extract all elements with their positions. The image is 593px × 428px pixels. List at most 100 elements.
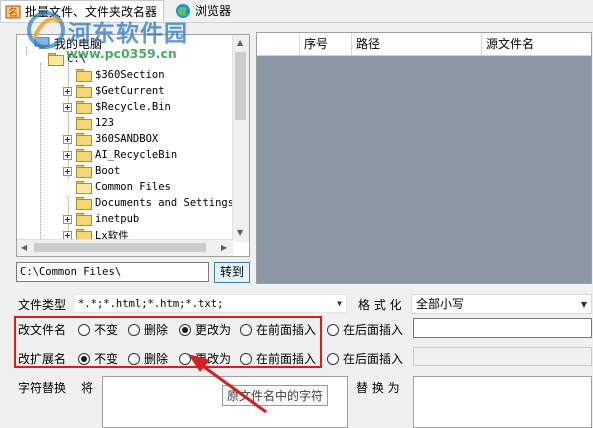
tree-node[interactable]: $GetCurrent <box>63 83 165 99</box>
tree-label: C:\ <box>67 53 86 65</box>
scroll-down-icon[interactable]: ▼ <box>237 228 243 237</box>
tree-node[interactable]: Documents and Settings <box>63 195 234 211</box>
goto-button[interactable]: 转到 <box>214 262 250 283</box>
ext-label: 改扩展名 <box>18 352 67 366</box>
radio-icon <box>128 352 140 365</box>
grid-header: 序号 路径 源文件名 <box>257 33 591 56</box>
scroll-up-icon[interactable]: ▲ <box>237 38 243 47</box>
folder-icon <box>76 149 92 162</box>
folder-tree[interactable]: 我的电脑 C:\ $360Section $GetCurrent $Recycle.… <box>16 34 250 257</box>
tree-label: Common Files <box>95 181 171 193</box>
rename-option-append[interactable]: 在后面插入 <box>327 321 403 338</box>
filetype-label: 文件类型 <box>18 298 67 312</box>
expand-icon[interactable] <box>63 86 72 96</box>
tab-bar: 名 批量文件、文件夹改名器 浏览器 <box>0 0 593 23</box>
format-label: 格 式 化 <box>358 298 402 312</box>
tree-node[interactable]: 360SANDBOX <box>63 131 158 147</box>
tree-label: AI_RecycleBin <box>95 149 178 161</box>
expand-icon[interactable] <box>63 214 72 224</box>
radio-label: 不变 <box>94 323 119 337</box>
rename-option-2[interactable]: 更改为 <box>179 321 231 338</box>
tree-label: Documents and Settings <box>95 197 235 209</box>
radio-icon <box>327 323 339 336</box>
tree-node[interactable]: 123 <box>63 115 114 131</box>
tab-batch-rename[interactable]: 名 批量文件、文件夹改名器 <box>0 0 165 22</box>
tree-node-my-computer[interactable]: 我的电脑 <box>21 35 102 51</box>
tree-node[interactable]: $360Section <box>63 67 165 83</box>
ext-option-0[interactable]: 不变 <box>78 350 118 367</box>
expand-icon[interactable] <box>63 102 72 112</box>
expand-icon[interactable] <box>63 150 72 160</box>
tab-label: 浏览器 <box>195 4 232 18</box>
radio-label: 删除 <box>144 323 169 337</box>
ext-option-1[interactable]: 删除 <box>128 350 168 367</box>
radio-icon <box>78 323 90 336</box>
tab-browser[interactable]: 浏览器 <box>171 0 237 21</box>
folder-icon <box>76 181 92 194</box>
radio-label: 删除 <box>144 352 169 366</box>
tree-label: 123 <box>95 117 114 129</box>
tree-node-drive-c[interactable]: C:\ <box>35 51 86 67</box>
browser-icon <box>175 3 191 19</box>
rename-app-icon: 名 <box>5 4 21 20</box>
rename-label: 改文件名 <box>18 323 67 337</box>
grid-col-index[interactable]: 序号 <box>299 33 351 55</box>
scroll-thumb[interactable] <box>235 52 246 120</box>
folder-icon <box>76 117 92 130</box>
tree-node[interactable]: inetpub <box>63 211 139 227</box>
folder-icon <box>76 101 92 114</box>
radio-icon <box>128 323 140 336</box>
replace-to-input[interactable] <box>413 376 592 428</box>
tree-node[interactable]: Common Files <box>63 179 171 195</box>
rename-option-0[interactable]: 不变 <box>78 321 118 338</box>
radio-label: 更改为 <box>195 323 232 337</box>
expand-icon[interactable] <box>63 166 72 176</box>
tree-label: 360SANDBOX <box>95 133 159 145</box>
expand-icon[interactable] <box>63 134 72 144</box>
filetype-value: *.*;*.html;*.htm;*.txt; <box>78 298 224 310</box>
grid-col-blank[interactable] <box>257 33 299 55</box>
ext-input[interactable] <box>413 347 592 366</box>
filetype-combo[interactable]: *.*;*.html;*.htm;*.txt; ▼ <box>73 294 347 313</box>
scroll-thumb[interactable] <box>34 243 206 252</box>
folder-icon <box>76 197 92 210</box>
folder-icon <box>76 133 92 146</box>
radio-label: 在前面插入 <box>256 323 317 337</box>
chevron-down-icon[interactable]: ▼ <box>581 295 587 314</box>
path-input[interactable]: C:\Common Files\ <box>16 262 209 282</box>
radio-label: 不变 <box>94 352 119 366</box>
replace-to-label: 替 换 为 <box>356 381 400 395</box>
tab-label: 批量文件、文件夹改名器 <box>25 5 158 19</box>
grid-col-source-name[interactable]: 源文件名 <box>481 33 591 55</box>
tree-label: $360Section <box>95 69 165 81</box>
radio-label: 在后面插入 <box>343 323 404 337</box>
tree-node[interactable]: Boot <box>63 163 120 179</box>
rename-input[interactable] <box>413 318 592 338</box>
svg-text:名: 名 <box>8 6 18 19</box>
radio-icon <box>240 323 252 336</box>
rename-option-3[interactable]: 在前面插入 <box>240 321 316 338</box>
chevron-down-icon[interactable]: ▼ <box>337 295 342 313</box>
scroll-right-icon[interactable]: ▶ <box>221 243 227 252</box>
format-combo[interactable]: 全部小写 ▼ <box>411 294 592 314</box>
radio-label: 在后面插入 <box>343 352 404 366</box>
rename-option-1[interactable]: 删除 <box>128 321 168 338</box>
file-grid[interactable]: 序号 路径 源文件名 <box>256 32 592 284</box>
tree-node[interactable]: AI_RecycleBin <box>63 147 177 163</box>
ext-option-append[interactable]: 在后面插入 <box>327 350 403 367</box>
tree-label: $GetCurrent <box>95 85 165 97</box>
radio-icon <box>327 352 339 365</box>
tree-label: Boot <box>95 165 121 177</box>
tree-node[interactable]: $Recycle.Bin <box>63 99 171 115</box>
computer-icon <box>34 36 50 49</box>
replace-label: 字符替换 <box>18 381 67 395</box>
grid-col-path[interactable]: 路径 <box>351 33 481 55</box>
tree-horizontal-scrollbar[interactable]: ◀ ▶ <box>17 239 233 256</box>
tree-label: inetpub <box>95 213 140 225</box>
scroll-left-icon[interactable]: ◀ <box>21 243 27 252</box>
folder-icon <box>76 165 92 178</box>
folder-icon <box>76 213 92 226</box>
tree-vertical-scrollbar[interactable]: ▲ ▼ <box>232 35 249 242</box>
folder-icon <box>76 69 92 82</box>
radio-icon <box>78 352 90 365</box>
